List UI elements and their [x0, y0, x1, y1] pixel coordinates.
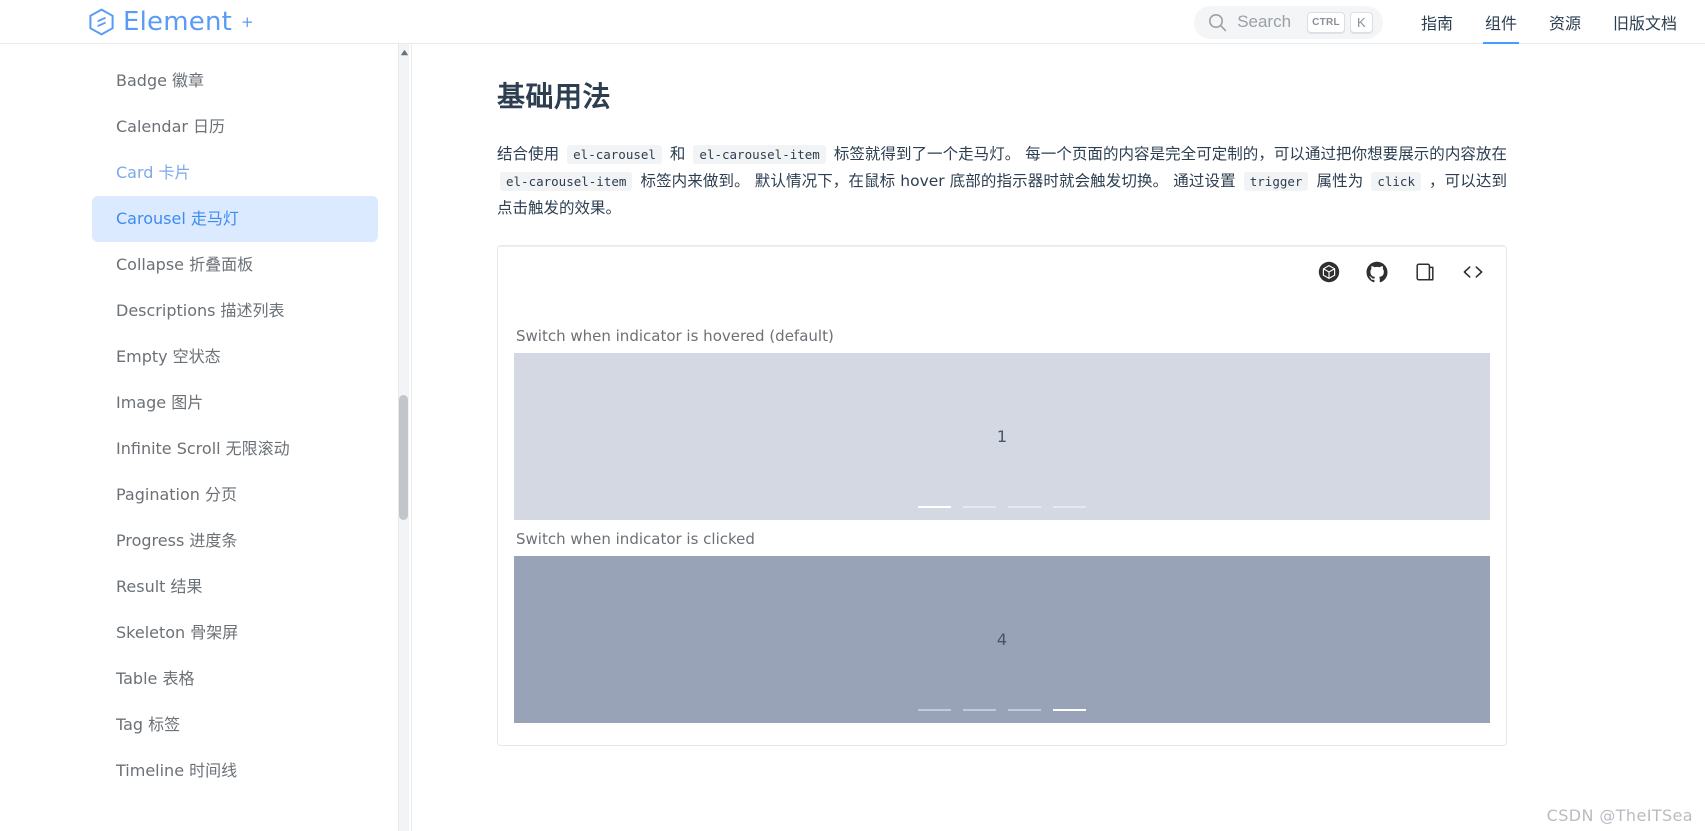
sidebar: Badge 徽章 Calendar 日历 Card 卡片 Carousel 走马… — [0, 44, 410, 831]
sidebar-item-progress[interactable]: Progress 进度条 — [92, 518, 378, 564]
sidebar-item-tag[interactable]: Tag 标签 — [92, 702, 378, 748]
primary-nav: 指南 组件 资源 旧版文档 — [1405, 0, 1693, 44]
carousel-hover[interactable]: 1 — [514, 353, 1490, 520]
page-root: Element + Search CTRL K 指南 组件 资源 旧版文档 Ba… — [0, 0, 1705, 831]
demo-toolbar — [498, 246, 1506, 297]
sidebar-item-card[interactable]: Card 卡片 — [92, 150, 378, 196]
carousel-click-indicator-2[interactable] — [963, 709, 996, 711]
codesandbox-icon[interactable] — [1318, 261, 1340, 283]
desc-text-4: 标签内来做到。 默认情况下，在鼠标 hover 底部的指示器时就会触发切换。 通… — [640, 172, 1236, 190]
sidebar-item-carousel[interactable]: Carousel 走马灯 — [92, 196, 378, 242]
carousel-click-indicator-4[interactable] — [1053, 709, 1086, 711]
sidebar-item-timeline[interactable]: Timeline 时间线 — [92, 748, 378, 794]
inline-code-el-carousel-item-2: el-carousel-item — [500, 172, 633, 191]
nav-item-resources[interactable]: 资源 — [1533, 0, 1597, 44]
sidebar-item-result[interactable]: Result 结果 — [92, 564, 378, 610]
carousel-hover-indicator-2[interactable] — [963, 506, 996, 508]
carousel-click-slide-label: 4 — [996, 630, 1008, 649]
main-content: 基础用法 结合使用 el-carousel 和 el-carousel-item… — [412, 44, 1705, 831]
kbd-ctrl: CTRL — [1307, 11, 1345, 33]
sidebar-item-empty[interactable]: Empty 空状态 — [92, 334, 378, 380]
sidebar-item-calendar[interactable]: Calendar 日历 — [92, 104, 378, 150]
inline-code-click: click — [1371, 172, 1421, 191]
carousel-click-caption: Switch when indicator is clicked — [516, 530, 755, 548]
sidebar-nav-list: Badge 徽章 Calendar 日历 Card 卡片 Carousel 走马… — [0, 44, 410, 794]
scroll-up-arrow-icon[interactable] — [399, 45, 409, 59]
carousel-click[interactable]: 4 — [514, 556, 1490, 723]
carousel-click-indicators — [514, 709, 1490, 711]
sidebar-item-image[interactable]: Image 图片 — [92, 380, 378, 426]
inline-code-el-carousel-item-1: el-carousel-item — [693, 145, 826, 164]
watermark: CSDN @TheITSea — [1546, 806, 1693, 825]
search-input[interactable]: Search CTRL K — [1194, 5, 1383, 39]
carousel-hover-caption: Switch when indicator is hovered (defaul… — [516, 327, 834, 345]
carousel-hover-indicator-4[interactable] — [1053, 506, 1086, 508]
inline-code-trigger: trigger — [1243, 172, 1309, 191]
carousel-hover-indicator-1[interactable] — [918, 506, 951, 508]
carousel-hover-slide-label: 1 — [996, 427, 1008, 446]
brand-logo-link[interactable]: Element + — [88, 0, 254, 44]
carousel-hover-indicator-3[interactable] — [1008, 506, 1041, 508]
demo-card: Switch when indicator is hovered (defaul… — [497, 245, 1507, 746]
copy-icon[interactable] — [1414, 261, 1436, 283]
page-title: 基础用法 — [497, 80, 612, 113]
sidebar-item-infinite-scroll[interactable]: Infinite Scroll 无限滚动 — [92, 426, 378, 472]
desc-text-5: 属性为 — [1316, 172, 1364, 190]
search-shortcut-group: CTRL K — [1307, 11, 1373, 33]
sidebar-item-table[interactable]: Table 表格 — [92, 656, 378, 702]
sidebar-scrollbar-thumb[interactable] — [399, 395, 408, 520]
carousel-click-indicator-3[interactable] — [1008, 709, 1041, 711]
site-header: Element + Search CTRL K 指南 组件 资源 旧版文档 — [0, 0, 1705, 44]
nav-item-components[interactable]: 组件 — [1469, 0, 1533, 44]
brand-name: Element — [123, 7, 233, 37]
element-logo-icon — [88, 8, 115, 36]
sidebar-item-badge[interactable]: Badge 徽章 — [92, 58, 378, 104]
carousel-click-indicator-1[interactable] — [918, 709, 951, 711]
search-placeholder-label: Search — [1237, 12, 1292, 31]
demo-preview: Switch when indicator is hovered (defaul… — [498, 297, 1506, 745]
carousel-hover-indicators — [514, 506, 1490, 508]
desc-text-1: 结合使用 — [497, 145, 560, 163]
sidebar-item-skeleton[interactable]: Skeleton 骨架屏 — [92, 610, 378, 656]
header-actions: Search CTRL K 指南 组件 资源 旧版文档 — [1194, 0, 1693, 44]
inline-code-el-carousel: el-carousel — [567, 145, 662, 164]
nav-item-guide[interactable]: 指南 — [1405, 0, 1469, 44]
github-icon[interactable] — [1366, 261, 1388, 283]
sidebar-item-descriptions[interactable]: Descriptions 描述列表 — [92, 288, 378, 334]
search-icon — [1208, 13, 1227, 32]
desc-text-3: 标签就得到了一个走马灯。 每一个页面的内容是完全可定制的，可以通过把你想要展示的… — [833, 145, 1507, 163]
desc-text-2: 和 — [669, 145, 686, 163]
nav-item-legacy-docs[interactable]: 旧版文档 — [1597, 0, 1693, 44]
code-icon[interactable] — [1462, 261, 1484, 283]
sidebar-item-collapse[interactable]: Collapse 折叠面板 — [92, 242, 378, 288]
brand-superscript: + — [241, 13, 254, 31]
kbd-k: K — [1349, 11, 1373, 33]
section-description: 结合使用 el-carousel 和 el-carousel-item 标签就得… — [497, 141, 1507, 221]
sidebar-item-pagination[interactable]: Pagination 分页 — [92, 472, 378, 518]
